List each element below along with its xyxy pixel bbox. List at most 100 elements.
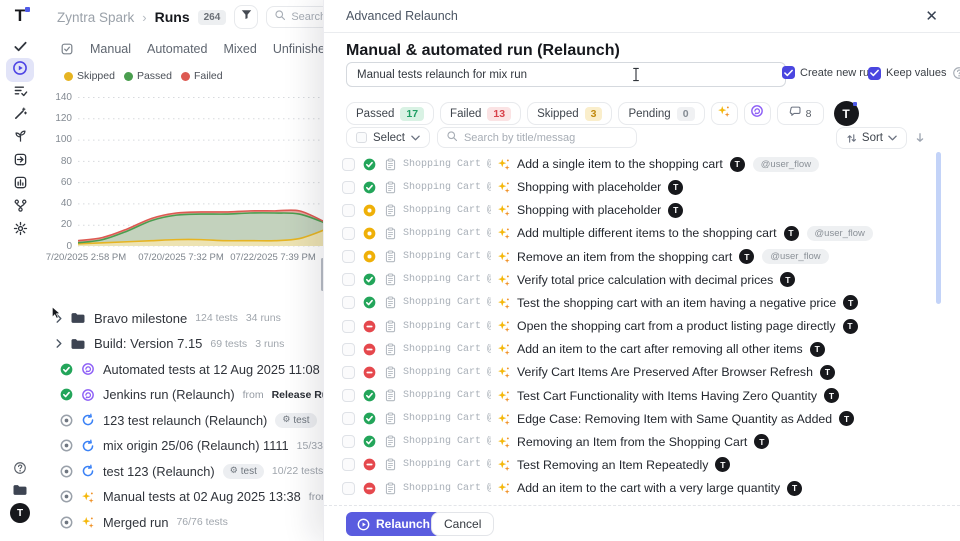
modal-scrollbar[interactable] — [936, 152, 941, 304]
test-status-failed-icon — [363, 366, 376, 379]
play-circle-icon — [12, 60, 28, 81]
list-check-icon — [13, 83, 28, 103]
milestone-folder-icon — [70, 310, 86, 326]
run-title: Merged run — [103, 515, 168, 530]
sidebar-item-reports[interactable] — [9, 174, 31, 196]
sidebar-item-test-cases[interactable] — [9, 82, 31, 104]
relaunch-button-label: Relaunch — [376, 517, 430, 531]
test-suite-prefix: Shopping Cart @… — [403, 390, 491, 401]
sidebar-item-flaky[interactable] — [9, 128, 31, 150]
manual-sparkle-icon — [497, 389, 511, 403]
test-row[interactable]: Shopping Cart @…Test Cart Functionality … — [324, 386, 960, 406]
run-row[interactable]: mix origin 25/06 (Relaunch) 111115/33 te… — [40, 435, 323, 457]
test-row[interactable]: Shopping Cart @…Test Removing an Item Re… — [324, 455, 960, 475]
milestone-row[interactable]: Bravo milestone124 tests34 runs — [40, 307, 323, 329]
test-row[interactable]: Shopping Cart @…Add multiple different i… — [324, 223, 960, 243]
gear-icon — [13, 221, 28, 241]
test-checkbox[interactable] — [342, 435, 355, 448]
test-title: Open the shopping cart from a product li… — [517, 319, 836, 333]
gear-icon: ⚙ — [282, 415, 290, 425]
sidebar-item-projects[interactable] — [9, 481, 31, 503]
sidebar-item-settings[interactable] — [9, 220, 31, 242]
from-label: from — [243, 389, 264, 401]
clipboard-icon — [384, 482, 397, 495]
sidebar-item-help[interactable] — [9, 459, 31, 481]
test-checkbox[interactable] — [342, 458, 355, 471]
run-meta: 15/33 tests — [297, 440, 323, 452]
test-checkbox[interactable] — [342, 482, 355, 495]
test-checkbox[interactable] — [342, 181, 355, 194]
test-title: Add an item to the cart after removing a… — [517, 342, 803, 356]
app-logo[interactable]: T — [9, 6, 31, 28]
run-row[interactable]: test 123 (Relaunch)⚙test10/22 tests — [40, 460, 323, 482]
test-checkbox[interactable] — [342, 343, 355, 356]
test-row[interactable]: Shopping Cart @…Test the shopping cart w… — [324, 293, 960, 313]
test-row[interactable]: Shopping Cart @…Verify total price calcu… — [324, 270, 960, 290]
sidebar-item-wand[interactable] — [9, 105, 31, 127]
assignee-avatar: T — [715, 457, 730, 472]
assignee-avatar: T — [839, 411, 854, 426]
test-row[interactable]: Shopping Cart @…Shopping with placeholde… — [324, 177, 960, 197]
test-row[interactable]: Shopping Cart @…Verify Cart Items Are Pr… — [324, 362, 960, 382]
sidebar-item-checks[interactable] — [9, 38, 31, 60]
test-suite-prefix: Shopping Cart @… — [403, 459, 491, 470]
test-checkbox[interactable] — [342, 389, 355, 402]
test-checkbox[interactable] — [342, 250, 355, 263]
test-row[interactable]: Shopping Cart @…Add an item to the cart … — [324, 339, 960, 359]
test-row[interactable]: Shopping Cart @…Add a single item to the… — [324, 154, 960, 174]
run-status-in-progress-icon — [60, 465, 73, 478]
test-status-failed-icon — [363, 320, 376, 333]
test-row[interactable]: Shopping Cart @…Add an item to the cart … — [324, 478, 960, 498]
test-status-passed-icon — [363, 158, 376, 171]
test-title: Verify total price calculation with deci… — [517, 273, 773, 287]
run-title: Automated tests at 12 Aug 2025 11:08 (Re… — [103, 362, 323, 377]
assignee-avatar: T — [810, 342, 825, 357]
run-type-relaunch-icon — [81, 439, 95, 453]
cancel-button[interactable]: Cancel — [431, 512, 494, 536]
clipboard-icon — [384, 412, 397, 425]
run-row[interactable]: Merged run 76/76 tests — [40, 511, 323, 533]
relaunch-button[interactable]: Relaunch — [346, 512, 441, 536]
test-checkbox[interactable] — [342, 366, 355, 379]
chevron-right-icon[interactable] — [56, 339, 62, 348]
cancel-button-label: Cancel — [444, 517, 481, 531]
manual-sparkle-icon — [497, 226, 511, 240]
sidebar-item-integrations[interactable] — [9, 197, 31, 219]
run-row[interactable]: Automated tests at 12 Aug 2025 11:08 (Re… — [40, 358, 323, 380]
user-avatar[interactable]: T — [10, 503, 30, 523]
test-row[interactable]: Shopping Cart @…Open the shopping cart f… — [324, 316, 960, 336]
test-status-passed-icon — [363, 389, 376, 402]
test-title: Verify Cart Items Are Preserved After Br… — [517, 365, 813, 379]
flaky-tests-icon — [13, 129, 28, 149]
test-status-passed-icon — [363, 273, 376, 286]
test-checkbox[interactable] — [342, 158, 355, 171]
clipboard-icon — [384, 343, 397, 356]
run-title: test 123 (Relaunch) — [103, 464, 215, 479]
run-row[interactable]: Jenkins run (Relaunch)fromRelease Run 1.… — [40, 384, 323, 406]
clipboard-icon — [384, 458, 397, 471]
test-status-skipped-icon — [363, 250, 376, 263]
sidebar-item-export[interactable] — [9, 151, 31, 173]
test-checkbox[interactable] — [342, 296, 355, 309]
test-row[interactable]: Shopping Cart @…Removing an Item from th… — [324, 432, 960, 452]
clipboard-icon — [384, 435, 397, 448]
milestone-row[interactable]: Build: Version 7.1569 tests3 runs — [40, 333, 323, 355]
test-checkbox[interactable] — [342, 412, 355, 425]
manual-sparkle-icon — [497, 342, 511, 356]
test-checkbox[interactable] — [342, 273, 355, 286]
test-checkbox[interactable] — [342, 320, 355, 333]
manual-sparkle-icon — [497, 180, 511, 194]
modal-footer: Relaunch Cancel — [324, 505, 960, 541]
test-row[interactable]: Shopping Cart @…Shopping with placeholde… — [324, 200, 960, 220]
run-row[interactable]: 123 test relaunch (Relaunch)⚙test15/23 t… — [40, 409, 323, 431]
test-checkbox[interactable] — [342, 227, 355, 240]
test-row[interactable]: Shopping Cart @…Remove an item from the … — [324, 247, 960, 267]
test-row[interactable]: Shopping Cart @…Edge Case: Removing Item… — [324, 409, 960, 429]
test-status-passed-icon — [363, 296, 376, 309]
run-meta: 76/76 tests — [176, 516, 227, 528]
sidebar-item-runs[interactable] — [6, 58, 34, 82]
test-status-failed-icon — [363, 343, 376, 356]
test-checkbox[interactable] — [342, 204, 355, 217]
run-type-automated-icon — [81, 362, 95, 376]
run-row[interactable]: Manual tests at 02 Aug 2025 13:38fromCus… — [40, 486, 323, 508]
